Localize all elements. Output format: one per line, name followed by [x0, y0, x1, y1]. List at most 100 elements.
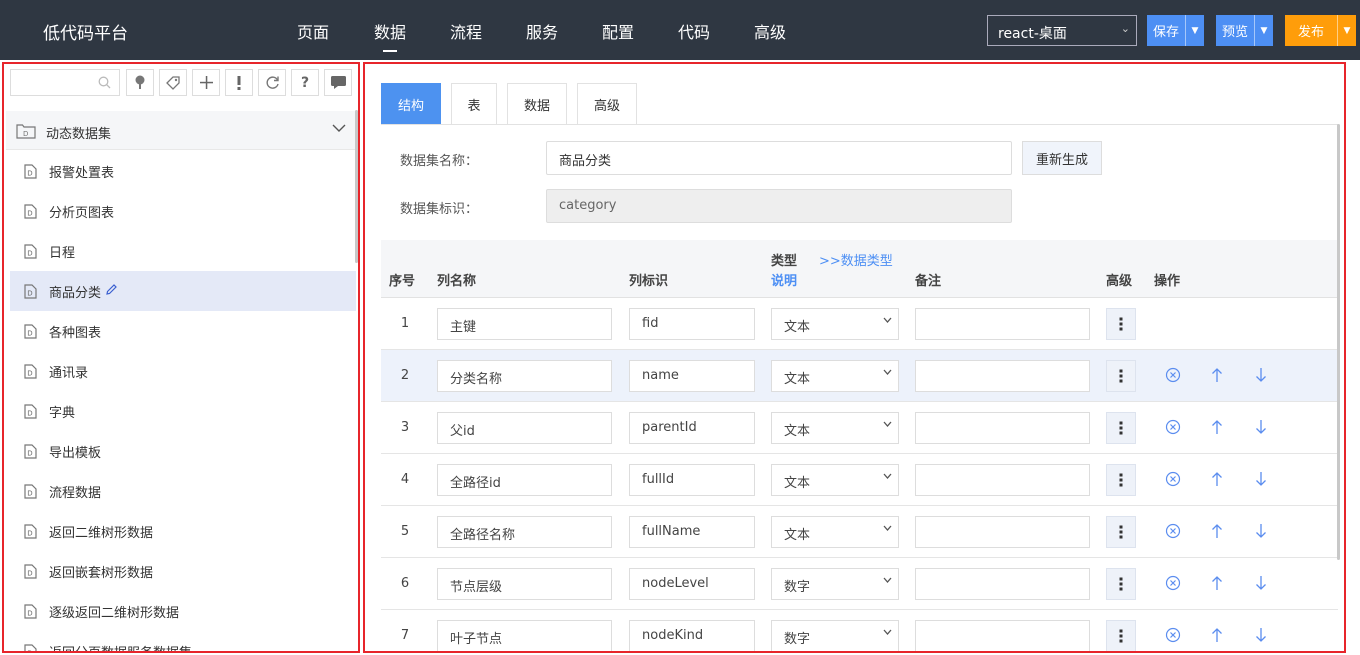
column-name-input[interactable]: 叶子节点 [437, 620, 612, 651]
type-select[interactable]: 文本 [771, 412, 899, 444]
dataset-item[interactable]: D 流程数据 [10, 471, 356, 511]
tab-data[interactable]: 数据 [507, 83, 567, 124]
column-id-input[interactable]: fullId [629, 464, 755, 496]
dataset-item[interactable]: D 返回分页数据服务数据集 [10, 631, 356, 651]
more-vertical-icon[interactable] [1106, 516, 1136, 548]
column-id-input[interactable]: fullName [629, 516, 755, 548]
remark-input[interactable] [915, 308, 1090, 340]
dataset-item[interactable]: D 导出模板 [10, 431, 356, 471]
more-vertical-icon[interactable] [1106, 464, 1136, 496]
delete-circle-icon[interactable] [1165, 419, 1181, 439]
dataset-name-input[interactable]: 商品分类 [546, 141, 1012, 175]
dataset-item[interactable]: D 商品分类 [10, 271, 356, 311]
main-scrollbar[interactable] [1337, 124, 1340, 560]
arrow-down-icon[interactable] [1255, 627, 1267, 647]
chat-icon[interactable] [324, 69, 352, 96]
delete-circle-icon[interactable] [1165, 575, 1181, 595]
arrow-up-icon[interactable] [1211, 471, 1223, 491]
tag-icon[interactable] [159, 69, 187, 96]
more-vertical-icon[interactable] [1106, 412, 1136, 444]
column-name-input[interactable]: 分类名称 [437, 360, 612, 392]
column-name-input[interactable]: 全路径id [437, 464, 612, 496]
tab-advanced[interactable]: 高级 [577, 83, 637, 124]
nav-data[interactable]: 数据 [374, 19, 406, 52]
arrow-up-icon[interactable] [1211, 523, 1223, 543]
data-type-link[interactable]: >>数据类型 [819, 250, 893, 269]
arrow-up-icon[interactable] [1211, 627, 1223, 647]
column-name-input[interactable]: 节点层级 [437, 568, 612, 600]
tab-structure[interactable]: 结构 [381, 83, 441, 124]
refresh-icon[interactable] [258, 69, 286, 96]
dataset-item[interactable]: D 报警处置表 [10, 151, 356, 191]
publish-dropdown-icon[interactable]: ▼ [1337, 15, 1356, 46]
remark-input[interactable] [915, 516, 1090, 548]
nav-code[interactable]: 代码 [678, 19, 710, 43]
column-id-input[interactable]: name [629, 360, 755, 392]
sidebar-scrollbar[interactable] [355, 110, 358, 263]
nav-service[interactable]: 服务 [526, 19, 558, 43]
type-select[interactable]: 数字 [771, 620, 899, 651]
arrow-up-icon[interactable] [1211, 367, 1223, 387]
dataset-item[interactable]: D 字典 [10, 391, 356, 431]
column-name-input[interactable]: 主键 [437, 308, 612, 340]
remark-input[interactable] [915, 620, 1090, 651]
dataset-item[interactable]: D 日程 [10, 231, 356, 271]
nav-config[interactable]: 配置 [602, 19, 634, 43]
remark-input[interactable] [915, 412, 1090, 444]
delete-circle-icon[interactable] [1165, 367, 1181, 387]
type-select[interactable]: 数字 [771, 568, 899, 600]
column-name-input[interactable]: 父id [437, 412, 612, 444]
save-dropdown-icon[interactable]: ▼ [1185, 15, 1204, 46]
type-select[interactable]: 文本 [771, 516, 899, 548]
column-id-input[interactable]: nodeLevel [629, 568, 755, 600]
regenerate-button[interactable]: 重新生成 [1022, 141, 1102, 175]
remark-input[interactable] [915, 464, 1090, 496]
dataset-item[interactable]: D 分析页图表 [10, 191, 356, 231]
exclamation-icon[interactable] [225, 69, 253, 96]
app-select[interactable]: react-桌面 ⌄ [987, 15, 1137, 46]
tab-table[interactable]: 表 [451, 83, 497, 124]
dataset-item[interactable]: D 逐级返回二维树形数据 [10, 591, 356, 631]
arrow-down-icon[interactable] [1255, 575, 1267, 595]
dataset-item[interactable]: D 返回二维树形数据 [10, 511, 356, 551]
column-id-input[interactable]: fid [629, 308, 755, 340]
svg-text:D: D [27, 569, 32, 577]
more-vertical-icon[interactable] [1106, 360, 1136, 392]
more-vertical-icon[interactable] [1106, 308, 1136, 340]
column-id-input[interactable]: parentId [629, 412, 755, 444]
dataset-item[interactable]: D 各种图表 [10, 311, 356, 351]
group-header-dynamic-datasets[interactable]: D 动态数据集 [6, 111, 356, 150]
arrow-down-icon[interactable] [1255, 523, 1267, 543]
nav-advanced[interactable]: 高级 [754, 19, 786, 43]
remark-input[interactable] [915, 360, 1090, 392]
preview-button[interactable]: 预览 [1216, 15, 1254, 46]
arrow-up-icon[interactable] [1211, 419, 1223, 439]
edit-pencil-icon[interactable] [106, 283, 117, 299]
nav-pages[interactable]: 页面 [297, 19, 329, 43]
arrow-down-icon[interactable] [1255, 419, 1267, 439]
delete-circle-icon[interactable] [1165, 627, 1181, 647]
arrow-down-icon[interactable] [1255, 471, 1267, 491]
dataset-item[interactable]: D 通讯录 [10, 351, 356, 391]
more-vertical-icon[interactable] [1106, 620, 1136, 651]
help-icon[interactable]: ? [291, 69, 319, 96]
type-select[interactable]: 文本 [771, 308, 899, 340]
dataset-item[interactable]: D 返回嵌套树形数据 [10, 551, 356, 591]
plus-icon[interactable] [192, 69, 220, 96]
delete-circle-icon[interactable] [1165, 471, 1181, 491]
nav-flow[interactable]: 流程 [450, 19, 482, 43]
delete-circle-icon[interactable] [1165, 523, 1181, 543]
arrow-down-icon[interactable] [1255, 367, 1267, 387]
arrow-up-icon[interactable] [1211, 575, 1223, 595]
search-input[interactable] [10, 69, 120, 96]
column-name-input[interactable]: 全路径名称 [437, 516, 612, 548]
column-id-input[interactable]: nodeKind [629, 620, 755, 651]
more-vertical-icon[interactable] [1106, 568, 1136, 600]
preview-dropdown-icon[interactable]: ▼ [1254, 15, 1273, 46]
tree-icon[interactable] [126, 69, 154, 96]
type-select[interactable]: 文本 [771, 360, 899, 392]
save-button[interactable]: 保存 [1147, 15, 1185, 46]
type-select[interactable]: 文本 [771, 464, 899, 496]
remark-input[interactable] [915, 568, 1090, 600]
publish-button[interactable]: 发布 [1285, 15, 1337, 46]
